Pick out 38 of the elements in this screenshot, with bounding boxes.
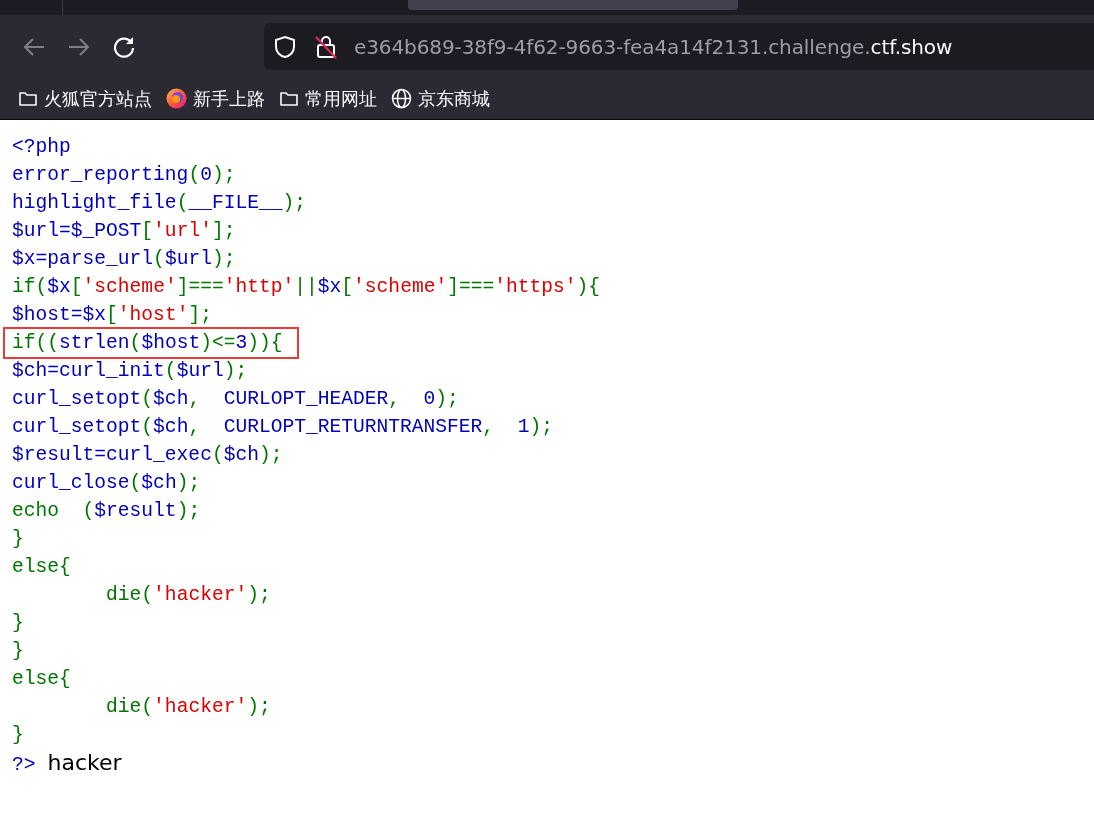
code-line: highlight_file(__FILE__); <box>12 191 306 216</box>
code-line: $url=$_POST['url']; <box>12 219 236 244</box>
back-arrow-icon <box>22 36 46 57</box>
crossed-lock-icon <box>314 33 338 60</box>
code-line: curl_setopt($ch, CURLOPT_HEADER, 0); <box>12 387 459 412</box>
shield-icon <box>274 34 296 59</box>
folder-icon <box>18 89 38 108</box>
code-line: die('hacker'); <box>105 695 271 720</box>
code-line: curl_close($ch); <box>12 471 201 496</box>
code-line: $ch=curl_init($url); <box>12 359 248 384</box>
code-line: else{ <box>12 555 71 580</box>
code-line: $x=parse_url($url); <box>12 247 236 272</box>
bookmark-item[interactable]: 火狐官方站点 <box>18 86 152 111</box>
folder-icon <box>279 89 299 108</box>
bookmark-item[interactable]: 京东商城 <box>391 86 490 111</box>
code-line: } <box>12 527 24 552</box>
code-line: $host=$x['host']; <box>12 303 212 328</box>
code-line: error_reporting(0); <box>12 163 236 188</box>
code-line: } <box>12 723 24 748</box>
address-bar[interactable]: e364b689-38f9-4f62-9663-fea4a14f2131.challenge.ctf.show <box>264 23 1094 70</box>
code-line: echo ($result); <box>12 499 201 524</box>
output-text: hacker <box>47 749 122 777</box>
code-line: <?php <box>12 135 71 160</box>
url-text: e364b689-38f9-4f62-9663-fea4a14f2131.challenge.ctf.show <box>354 34 953 59</box>
code-line: else{ <box>12 667 71 692</box>
code-line: } <box>12 611 24 636</box>
code-line: if($x['scheme']==='http'||$x['scheme']==='https'){ <box>12 275 601 300</box>
code-line: ?> <box>12 753 36 778</box>
bookmark-item[interactable]: 常用网址 <box>279 86 377 111</box>
code-line: } <box>12 639 24 664</box>
code-line: if((strlen($host)<=3)){ <box>5 329 297 357</box>
code-line: $result=curl_exec($ch); <box>12 443 283 468</box>
globe-icon <box>391 88 412 109</box>
forward-arrow-icon <box>67 36 91 57</box>
browser-logo-icon <box>166 88 187 109</box>
bookmark-item[interactable]: 新手上路 <box>166 86 265 111</box>
code-line: curl_setopt($ch, CURLOPT_RETURNTRANSFER, 1); <box>12 415 553 440</box>
code-line: die('hacker'); <box>105 583 271 608</box>
